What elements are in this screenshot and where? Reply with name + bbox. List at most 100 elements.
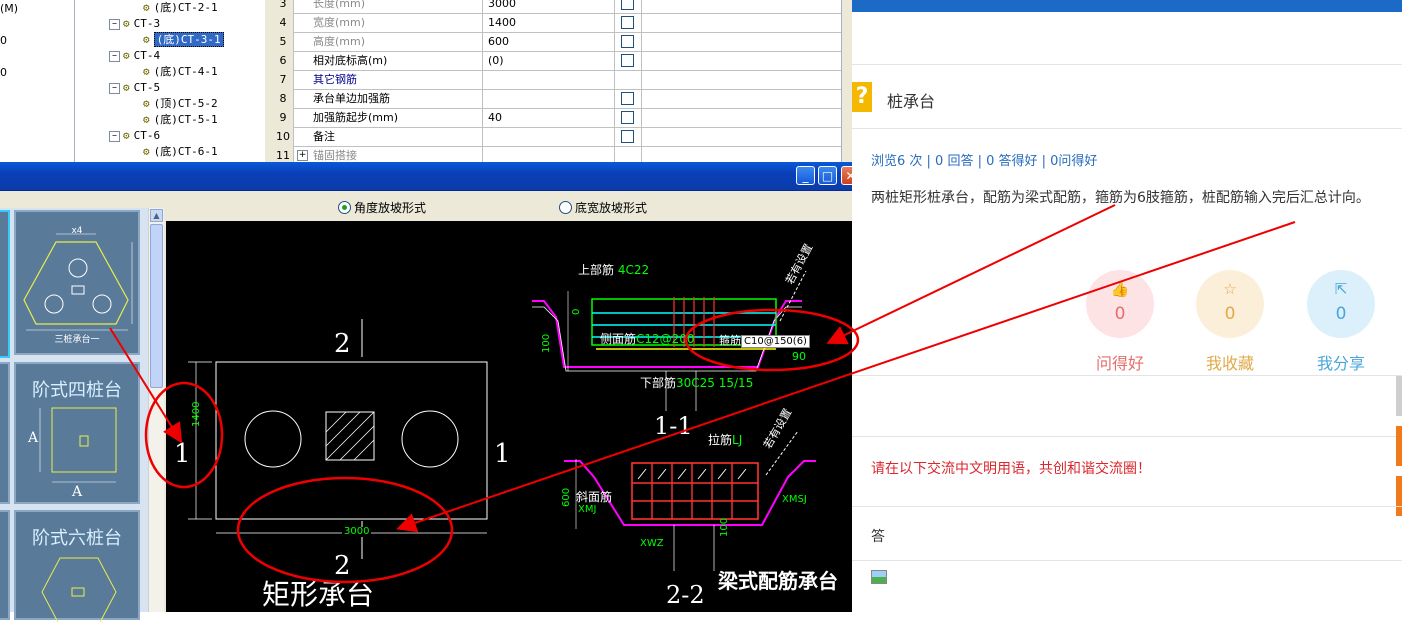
property-checkbox[interactable] — [621, 54, 634, 67]
property-row[interactable]: 8 承台单边加强筋 — [273, 89, 841, 109]
site-header-bar — [852, 0, 1402, 12]
slope-mode-options: 角度放坡形式 底宽放坡形式 — [166, 191, 866, 221]
dim-label: A — [27, 430, 39, 446]
share-label[interactable]: 我分享 — [1301, 350, 1381, 374]
tree-leaf-node[interactable]: ⚙ (底)CT-3-1 — [143, 32, 224, 48]
maximize-button[interactable]: □ — [818, 166, 837, 185]
property-value[interactable]: 600 — [484, 32, 615, 51]
tree-node-label: (底)CT-6-1 — [153, 145, 218, 158]
tree-node-label: (顶)CT-5-2 — [153, 97, 218, 110]
share-icon: ⇱ — [1334, 280, 1348, 298]
tree-node-label: CT-6 — [133, 129, 161, 142]
tree-group-node[interactable]: − ⚙ CT-6 — [109, 128, 160, 144]
beam-cap-title: 梁式配筋承台 — [718, 569, 838, 593]
tree-leaf-node[interactable]: ⚙ (底)CT-5-1 — [143, 112, 218, 128]
row-number: 7 — [273, 70, 294, 89]
dialog-title-bar[interactable]: _ □ ✕ — [0, 162, 866, 191]
property-value[interactable]: 1400 — [484, 13, 615, 32]
left-tree-item[interactable]: 0 — [0, 66, 7, 79]
favorite-label[interactable]: 我收藏 — [1190, 350, 1270, 374]
template-thumbnail-list: x4 三桩承台一 阶式四桩台 A A 阶式六桩台 — [0, 208, 148, 622]
property-value[interactable] — [484, 127, 615, 146]
component-icon: ⚙ — [123, 49, 130, 62]
tree-leaf-node[interactable]: ⚙ (顶)CT-5-2 — [143, 96, 218, 112]
thumbnail-partial[interactable] — [0, 510, 10, 620]
six-pile-cap-diagram — [41, 557, 117, 622]
height-dimension: 100 — [541, 333, 552, 353]
tree-node-label: CT-4 — [133, 49, 161, 62]
like-label[interactable]: 问得好 — [1080, 350, 1160, 374]
property-checkbox[interactable] — [621, 0, 634, 10]
property-name: 高度(mm) — [295, 32, 483, 51]
dim-label: x4 — [71, 226, 83, 236]
minimize-button[interactable]: _ — [796, 166, 815, 185]
property-value[interactable]: 3000 — [484, 0, 615, 13]
component-icon: ⚙ — [143, 1, 150, 14]
splitter[interactable] — [265, 0, 273, 162]
thumbnail-six-pile-cap[interactable]: 阶式六桩台 — [14, 510, 140, 622]
property-value[interactable] — [484, 70, 615, 89]
share-button[interactable]: ⇱ 0 — [1307, 270, 1375, 338]
property-row[interactable]: 4 宽度(mm) 1400 — [273, 13, 841, 33]
tree-leaf-node[interactable]: ⚙ (底)CT-6-1 — [143, 144, 218, 160]
property-checkbox[interactable] — [621, 111, 634, 124]
tree-group-node[interactable]: − ⚙ CT-4 — [109, 48, 160, 64]
radio-angle-slope[interactable]: 角度放坡形式 — [338, 199, 426, 216]
length-dimension: 3000 — [342, 526, 372, 537]
favorite-count: 0 — [1224, 304, 1236, 324]
thumbnail-partial[interactable] — [0, 210, 10, 358]
tree-group-node[interactable]: − ⚙ CT-5 — [109, 80, 160, 96]
property-row[interactable]: 9 加强筋起步(mm) 40 — [273, 108, 841, 128]
property-name: 相对底标高(m) — [295, 51, 483, 70]
property-row[interactable]: 6 相对底标高(m) (0) — [273, 51, 841, 71]
thumbnail-three-pile-cap[interactable]: x4 三桩承台一 — [14, 210, 140, 355]
xwz-label: XWZ — [640, 538, 664, 549]
tree-node-label: (底)CT-3-1 — [153, 32, 224, 47]
image-icon[interactable] — [871, 570, 887, 584]
stirrup-tooltip: C10@150(6) — [741, 335, 810, 348]
left-tree-item[interactable]: 0 — [0, 34, 7, 47]
property-row[interactable]: 7 其它钢筋 — [273, 70, 841, 90]
property-checkbox[interactable] — [621, 35, 634, 48]
property-checkbox[interactable] — [621, 92, 634, 105]
like-button[interactable]: 👍 0 — [1086, 270, 1154, 338]
left-tree-panel: (M) 0 0 — [0, 0, 75, 162]
tree-leaf-node[interactable]: ⚙ (底)CT-4-1 — [143, 64, 218, 80]
favorite-button[interactable]: ☆ 0 — [1196, 270, 1264, 338]
thumbnail-four-pile-cap[interactable]: 阶式四桩台 A A — [14, 362, 140, 504]
collapse-icon[interactable]: − — [109, 82, 120, 94]
property-row[interactable]: 3 长度(mm) 3000 — [273, 0, 841, 14]
property-row[interactable]: 10 备注 — [273, 127, 841, 147]
property-row[interactable]: 5 高度(mm) 600 — [273, 32, 841, 52]
dim-90: 90 — [792, 350, 806, 363]
expand-icon[interactable]: + — [297, 150, 308, 161]
section-title-1-1: 1-1 — [654, 412, 693, 440]
question-stats[interactable]: 浏览6 次 | 0 回答 | 0 答得好 | 0问得好 — [871, 150, 1097, 169]
scroll-thumb[interactable] — [150, 224, 163, 388]
scroll-up-arrow[interactable]: ▲ — [150, 209, 163, 222]
property-value[interactable]: (0) — [484, 51, 615, 70]
question-body: 两桩矩形桩承台，配筋为梁式配筋，箍筋为6肢箍筋，桩配筋输入完后汇总计向。 — [871, 190, 1370, 206]
tree-leaf-node[interactable]: ⚙ (底)CT-2-1 — [143, 0, 218, 16]
side-tab-orange[interactable] — [1396, 476, 1402, 516]
side-tab-orange[interactable] — [1396, 426, 1402, 466]
collapse-icon[interactable]: − — [109, 18, 120, 30]
property-value[interactable] — [484, 89, 615, 108]
property-checkbox[interactable] — [621, 16, 634, 29]
cad-drawing-canvas[interactable]: 2 1 1 2 1400 3000 矩形承台 上部筋 4C22 侧面筋C12@2… — [166, 221, 866, 612]
collapse-icon[interactable]: − — [109, 130, 120, 142]
radio-width-slope[interactable]: 底宽放坡形式 — [559, 199, 647, 216]
property-extra-cell — [641, 32, 842, 51]
left-tree-item[interactable]: (M) — [0, 2, 18, 15]
component-icon: ⚙ — [123, 129, 130, 142]
tree-group-node[interactable]: − ⚙ CT-3 — [109, 16, 160, 32]
collapse-icon[interactable]: − — [109, 50, 120, 62]
property-grid: 3 长度(mm) 3000 4 宽度(mm) 1400 5 高度(mm) 600 6 相对底标高(m… — [273, 0, 842, 166]
property-checkbox[interactable] — [621, 130, 634, 143]
component-tree: ⚙ (底)CT-2-1− ⚙ CT-3 ⚙ (底)CT-3-1− ⚙ CT-4 ⚙ (底)CT-4… — [75, 0, 266, 162]
divider — [852, 64, 1402, 65]
side-tab[interactable] — [1396, 376, 1402, 416]
property-value[interactable]: 40 — [484, 108, 615, 127]
thumbnail-scrollbar[interactable]: ▲ — [148, 208, 164, 612]
section-mark-bottom: 2 — [334, 551, 351, 581]
